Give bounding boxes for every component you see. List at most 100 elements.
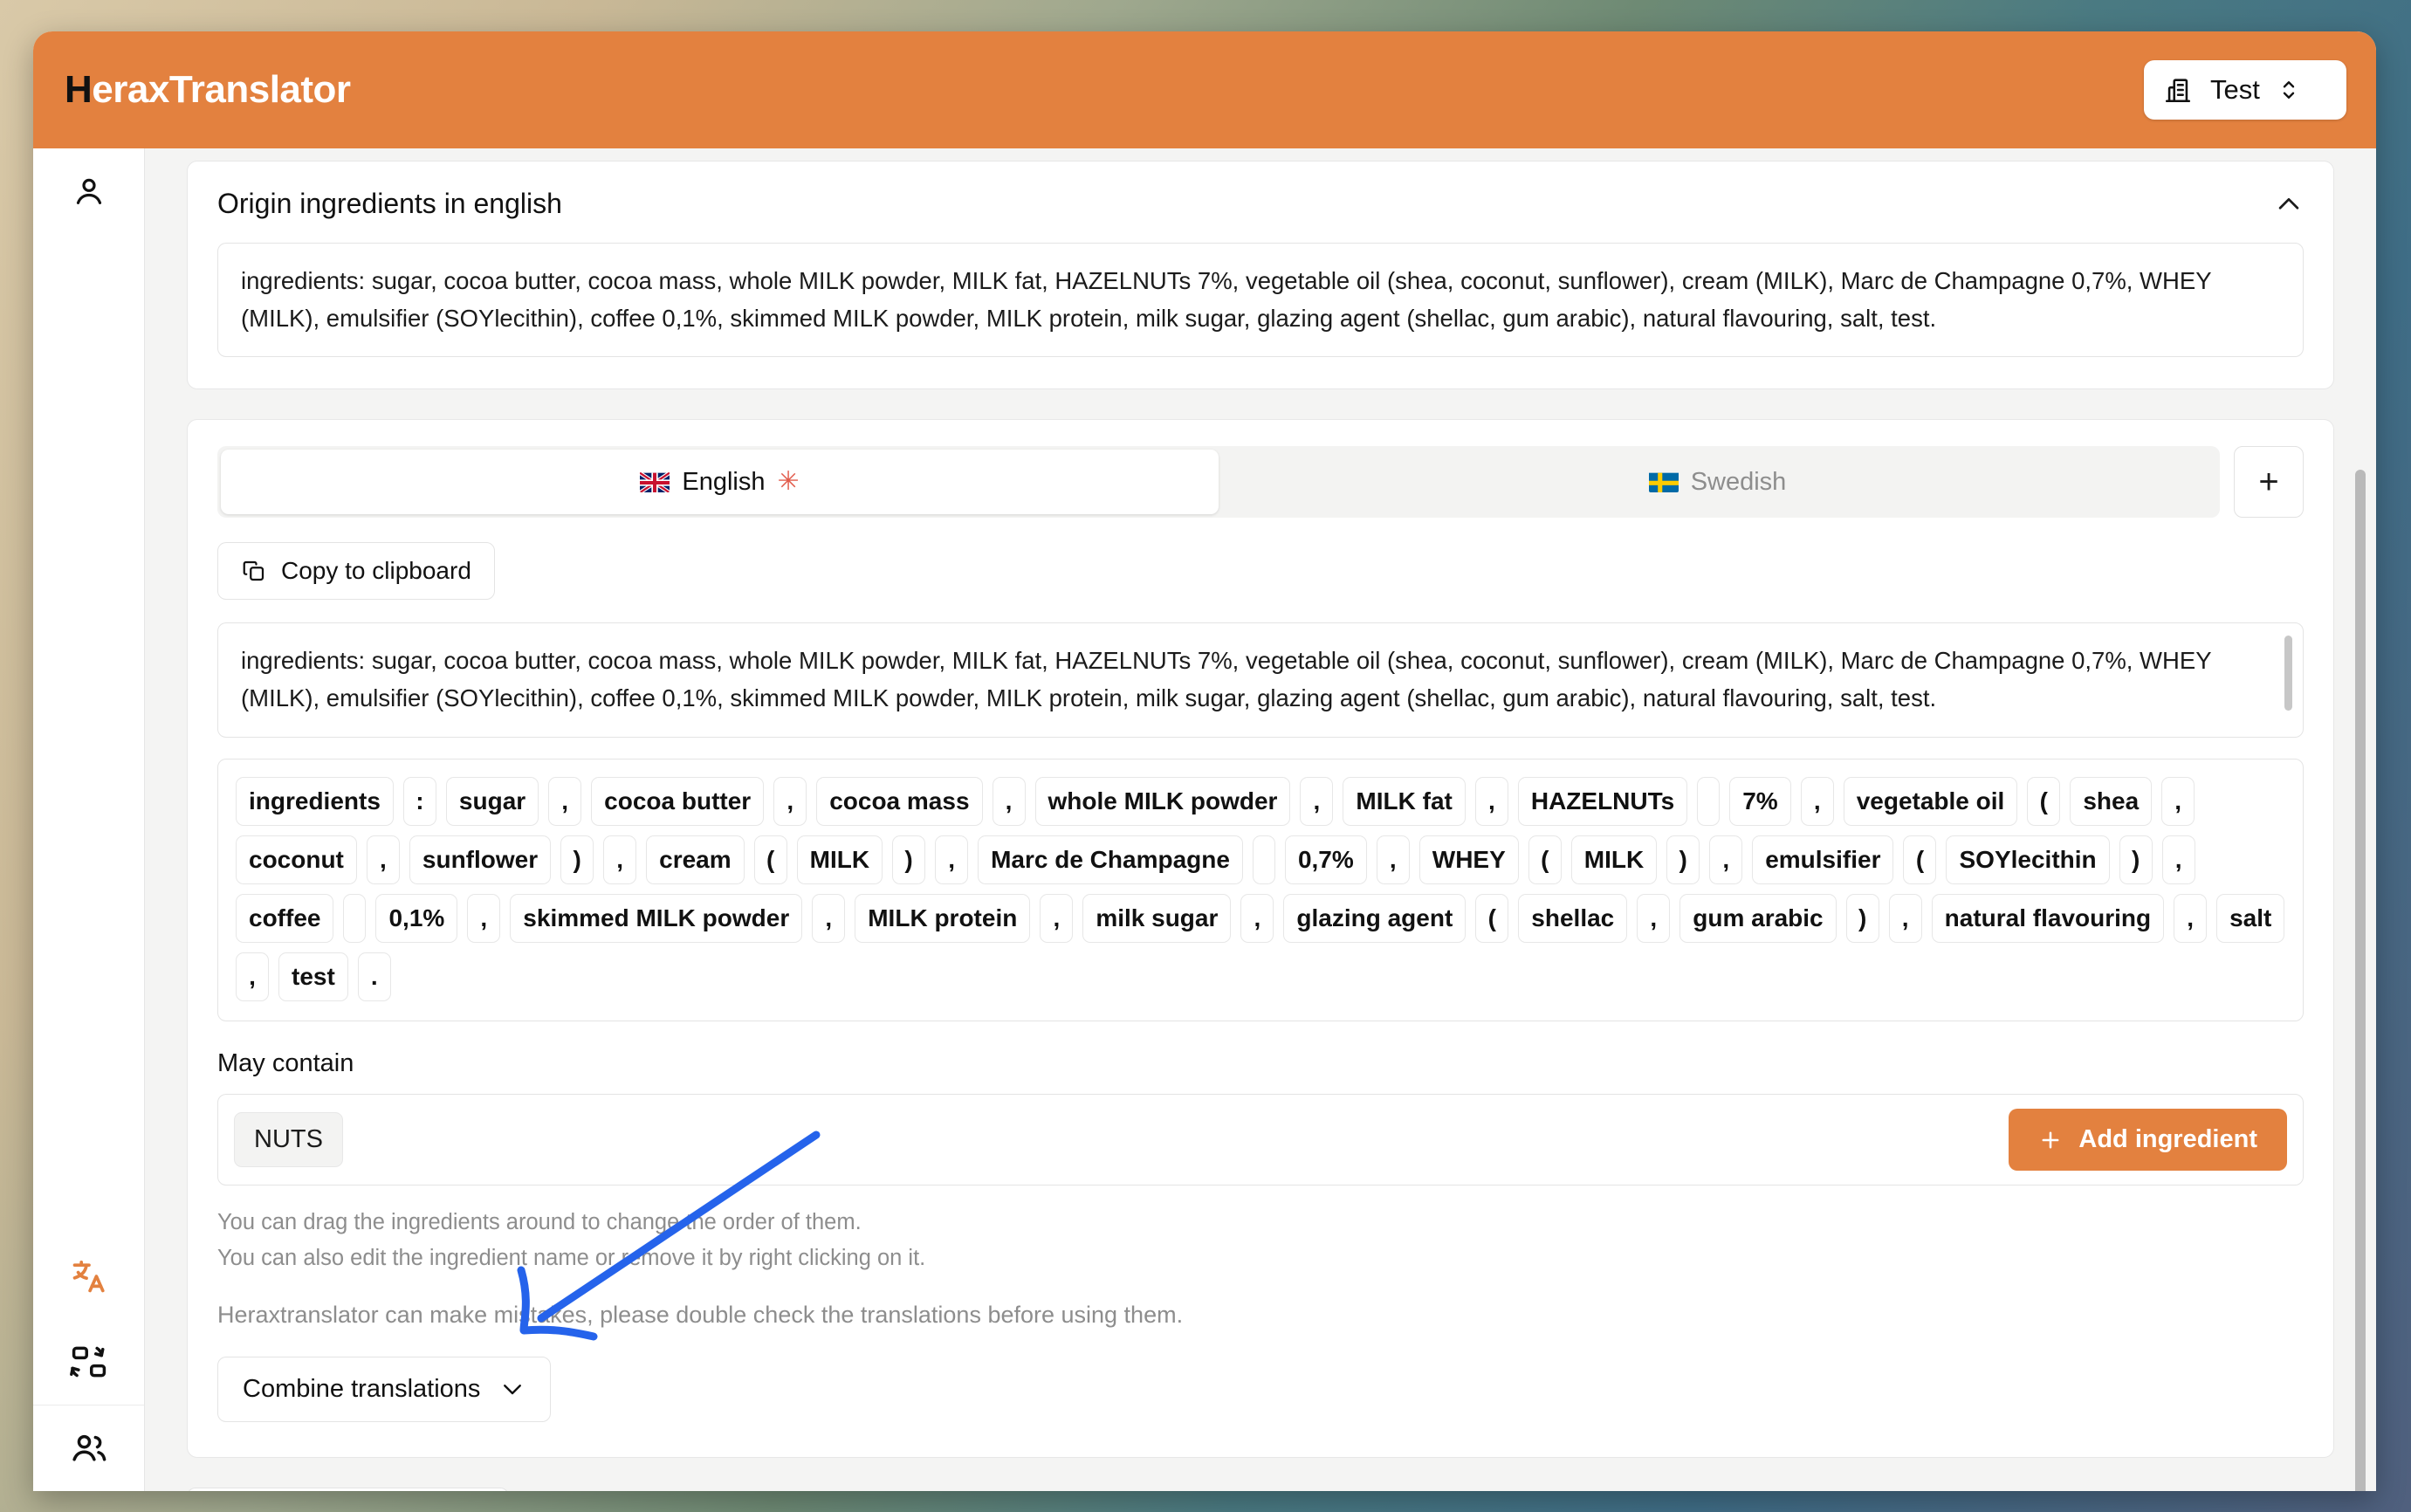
ingredient-chip[interactable]: milk sugar — [1082, 893, 1232, 944]
sidebar-item-translate[interactable] — [33, 1234, 145, 1319]
add-ingredient-button[interactable]: Add ingredient — [2009, 1109, 2287, 1172]
ingredient-chip[interactable]: , — [1800, 776, 1834, 826]
ingredient-chip[interactable]: , — [773, 776, 807, 826]
ingredient-chip[interactable] — [1697, 776, 1721, 826]
tab-english[interactable]: English ✳ — [221, 450, 1219, 515]
ingredient-chip[interactable]: , — [603, 835, 637, 884]
ingredient-chip[interactable]: , — [2161, 835, 2195, 884]
ingredient-chip[interactable]: 0,7% — [1284, 835, 1367, 884]
ingredient-chip[interactable]: ) — [892, 835, 926, 884]
ingredient-chip[interactable]: ) — [560, 835, 594, 884]
ingredient-chip[interactable]: Marc de Champagne — [978, 835, 1243, 884]
ingredient-chip[interactable]: ( — [753, 835, 787, 884]
add-nutrition-values-button[interactable]: Add nutrition values — [187, 1487, 509, 1491]
ingredient-chip[interactable]: , — [236, 952, 269, 1002]
ingredient-chip[interactable]: , — [1376, 835, 1410, 884]
ingredient-chip[interactable]: vegetable oil — [1843, 776, 2018, 826]
ingredient-chip[interactable]: 7% — [1729, 776, 1791, 826]
origin-ingredients-title: Origin ingredients in english — [217, 188, 562, 219]
translated-text-scrollbar[interactable] — [2284, 636, 2292, 711]
ingredient-chip[interactable]: ( — [1903, 835, 1937, 884]
ingredient-chip[interactable]: sunflower — [409, 835, 552, 884]
sidebar-item-team[interactable] — [33, 1405, 145, 1491]
ingredient-chip[interactable]: ingredients — [236, 776, 394, 826]
main-content: Origin ingredients in english ingredient… — [145, 148, 2376, 1491]
ingredient-chip[interactable]: , — [935, 835, 969, 884]
ingredient-chip[interactable]: sugar — [445, 776, 539, 826]
ingredient-chip[interactable]: MILK — [1570, 835, 1658, 884]
ingredient-chip[interactable]: , — [992, 776, 1026, 826]
ingredient-chip[interactable]: , — [812, 893, 846, 944]
copy-icon — [241, 558, 267, 584]
ingredient-chip[interactable] — [343, 893, 367, 944]
ingredient-chip[interactable]: natural flavouring — [1931, 893, 2165, 944]
users-icon — [70, 1429, 108, 1467]
sidebar-item-transfer[interactable] — [33, 1319, 145, 1405]
origin-ingredients-header[interactable]: Origin ingredients in english — [217, 188, 2304, 220]
ingredient-chip[interactable]: cream — [646, 835, 745, 884]
plus-icon: + — [2258, 462, 2279, 501]
organization-switcher[interactable]: Test — [2144, 60, 2346, 120]
ingredient-chip[interactable]: , — [366, 835, 400, 884]
chevron-up-icon[interactable] — [2274, 189, 2304, 219]
ingredient-chip[interactable]: MILK fat — [1343, 776, 1466, 826]
ingredient-chip[interactable]: cocoa butter — [591, 776, 765, 826]
ingredient-chip[interactable]: test — [278, 952, 348, 1002]
app-logo[interactable]: HeraxTranslator — [65, 68, 351, 112]
sidebar — [33, 148, 145, 1491]
ingredient-chip[interactable]: , — [1709, 835, 1743, 884]
ingredient-chip[interactable]: shellac — [1518, 893, 1628, 944]
copy-to-clipboard-button[interactable]: Copy to clipboard — [217, 542, 495, 601]
ingredient-chip[interactable]: . — [357, 952, 391, 1002]
combine-translations-button[interactable]: Combine translations — [217, 1356, 552, 1422]
ingredient-chip[interactable]: , — [1637, 893, 1671, 944]
app-header: HeraxTranslator Test — [33, 31, 2376, 148]
ingredient-chip[interactable]: shea — [2070, 776, 2153, 826]
add-language-button[interactable]: + — [2234, 446, 2304, 519]
ingredient-chip[interactable]: MILK — [796, 835, 883, 884]
sidebar-item-profile[interactable] — [33, 148, 145, 234]
ingredient-chip[interactable]: ( — [1528, 835, 1562, 884]
ingredient-chip[interactable]: , — [1300, 776, 1334, 826]
ingredient-chip[interactable]: emulsifier — [1752, 835, 1894, 884]
ingredient-chip[interactable]: ( — [2027, 776, 2061, 826]
translated-text-area[interactable]: ingredients: sugar, cocoa butter, cocoa … — [217, 622, 2304, 738]
ingredient-chip[interactable]: skimmed MILK powder — [510, 893, 803, 944]
origin-ingredients-text[interactable]: ingredients: sugar, cocoa butter, cocoa … — [217, 243, 2304, 358]
ingredient-chip[interactable]: ( — [1475, 893, 1509, 944]
ingredient-chip[interactable]: salt — [2216, 893, 2285, 944]
page-scrollbar-thumb[interactable] — [2355, 470, 2366, 1491]
tab-swedish[interactable]: Swedish — [1219, 450, 2216, 514]
ingredient-chip[interactable]: glazing agent — [1283, 893, 1467, 944]
ingredient-chip[interactable]: whole MILK powder — [1034, 776, 1291, 826]
ingredient-chip[interactable]: SOYlecithin — [1946, 835, 2110, 884]
ingredient-chip[interactable]: coconut — [236, 835, 357, 884]
tab-swedish-label: Swedish — [1690, 467, 1787, 496]
hint-drag: You can drag the ingredients around to c… — [217, 1210, 862, 1235]
chevron-up-down-icon[interactable] — [2277, 77, 2300, 103]
ingredient-chip[interactable]: MILK protein — [855, 893, 1031, 944]
ingredient-chip[interactable]: , — [2161, 776, 2195, 826]
ingredient-chip[interactable]: , — [548, 776, 582, 826]
copy-to-clipboard-label: Copy to clipboard — [281, 557, 471, 585]
ingredient-chip[interactable]: , — [1474, 776, 1508, 826]
ingredient-chip[interactable]: ) — [1666, 835, 1700, 884]
ingredient-chip[interactable]: WHEY — [1418, 835, 1519, 884]
ingredient-chip[interactable]: 0,1% — [375, 893, 458, 944]
ingredient-chip[interactable]: , — [1040, 893, 1074, 944]
ingredient-chip[interactable]: gum arabic — [1679, 893, 1837, 944]
ingredient-chip[interactable]: , — [1888, 893, 1922, 944]
allergen-chip[interactable]: NUTS — [234, 1112, 343, 1168]
ingredient-chip[interactable]: , — [1240, 893, 1274, 944]
ingredient-chip[interactable]: coffee — [236, 893, 334, 944]
ingredient-chip[interactable]: , — [2174, 893, 2208, 944]
ingredient-chip[interactable] — [1252, 835, 1275, 884]
ingredient-chip[interactable]: , — [467, 893, 501, 944]
page-scrollbar-track[interactable] — [2355, 236, 2371, 1491]
ingredient-chip[interactable]: ) — [1845, 893, 1879, 944]
ingredient-chip[interactable]: cocoa mass — [816, 776, 983, 826]
ingredient-chip[interactable]: : — [402, 776, 436, 826]
ingredient-chip[interactable]: ) — [2119, 835, 2153, 884]
logo-initial: H — [65, 68, 93, 111]
ingredient-chip[interactable]: HAZELNUTs — [1517, 776, 1688, 826]
